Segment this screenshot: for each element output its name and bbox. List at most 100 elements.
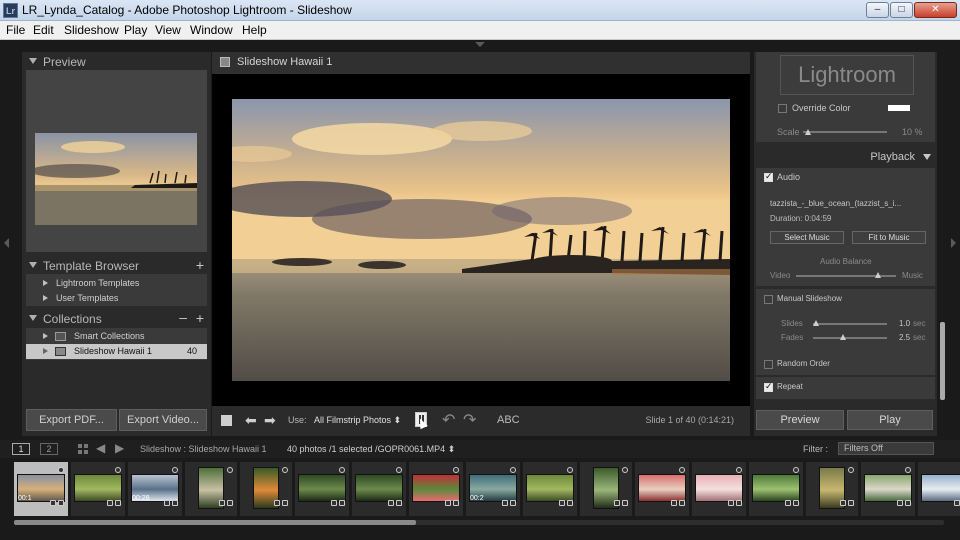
add-collection-icon[interactable]: +	[196, 310, 204, 326]
use-source-select[interactable]: All Filmstrip Photos ⬍	[314, 415, 401, 426]
collection-badge-icon	[671, 500, 677, 506]
collection-badge-icon	[107, 500, 113, 506]
fades-slider-knob[interactable]	[840, 334, 846, 340]
override-color-swatch[interactable]	[888, 105, 910, 111]
rotate-right-icon[interactable]: ↷	[463, 410, 476, 430]
filmstrip-thumbnail[interactable]	[749, 462, 803, 516]
filmstrip-thumbnail[interactable]	[692, 462, 746, 516]
menu-file[interactable]: File	[6, 23, 25, 37]
template-browser-header[interactable]: Template Browser +	[22, 257, 211, 275]
secondary-display-button[interactable]: 2	[40, 443, 58, 455]
preview-button[interactable]: Preview	[756, 410, 844, 430]
fit-to-music-button[interactable]: Fit to Music	[852, 231, 926, 244]
slide-status: Slide 1 of 40 (0:14:21)	[645, 415, 734, 425]
minimize-button[interactable]: –	[866, 2, 889, 18]
filmstrip-thumbnail[interactable]	[352, 462, 406, 516]
template-folder-user[interactable]: User Templates	[26, 291, 207, 306]
add-template-icon[interactable]: +	[196, 257, 204, 273]
grid-view-icon[interactable]	[78, 444, 88, 454]
collapse-right-panel-icon[interactable]	[951, 238, 956, 248]
menu-window[interactable]: Window	[190, 23, 233, 37]
override-color-checkbox[interactable]	[778, 104, 787, 113]
collections-header[interactable]: Collections – +	[22, 309, 211, 328]
scale-slider-knob[interactable]	[805, 129, 811, 135]
menu-play[interactable]: Play	[124, 23, 147, 37]
rotate-left-icon[interactable]: ↶	[442, 410, 455, 430]
filmstrip-thumbnail[interactable]	[806, 462, 858, 516]
audio-balance-knob[interactable]	[875, 272, 881, 278]
lightroom-app-icon: Lr	[3, 3, 18, 18]
export-pdf-button[interactable]: Export PDF...	[26, 409, 117, 431]
filmstrip-thumbnail[interactable]	[295, 462, 349, 516]
collapse-left-panel-icon[interactable]	[4, 238, 9, 248]
menu-view[interactable]: View	[155, 23, 181, 37]
expand-triangle-icon[interactable]	[43, 333, 48, 339]
filmstrip-scrollbar[interactable]	[14, 520, 416, 525]
back-arrow-icon[interactable]: ◀	[96, 441, 105, 455]
preview-header-label: Preview	[43, 55, 86, 69]
filmstrip-thumbnail[interactable]	[409, 462, 463, 516]
filmstrip-thumbnail[interactable]: 00:2	[466, 462, 520, 516]
filter-select[interactable]: Filters Off	[838, 442, 934, 455]
filmstrip-thumbnail[interactable]	[71, 462, 125, 516]
collection-smart[interactable]: Smart Collections	[26, 329, 207, 344]
filmstrip-thumbnail[interactable]: 00:28	[128, 462, 182, 516]
menu-help[interactable]: Help	[242, 23, 267, 37]
collection-badge-icon	[502, 500, 508, 506]
expand-triangle-icon[interactable]	[43, 295, 48, 301]
edit-badge-icon	[622, 500, 628, 506]
slides-slider-knob[interactable]	[813, 320, 819, 326]
video-duration-label: 00:1	[18, 495, 32, 502]
collection-badge-icon	[388, 500, 394, 506]
filmstrip-thumbnail[interactable]	[240, 462, 292, 516]
filmstrip-selection-info[interactable]: 40 photos /1 selected /GOPR0061.MP4 ⬍	[287, 444, 455, 455]
filmstrip-thumbnail[interactable]	[918, 462, 960, 516]
menu-slideshow[interactable]: Slideshow	[64, 23, 119, 37]
primary-display-button[interactable]: 1	[12, 443, 30, 455]
right-panel-scrollbar[interactable]	[940, 322, 945, 400]
play-button[interactable]: Play	[847, 410, 933, 430]
next-slide-button[interactable]: ➡	[264, 412, 276, 429]
manual-slideshow-checkbox[interactable]	[764, 295, 773, 304]
filmstrip-thumbnail[interactable]: 00:1	[14, 462, 68, 516]
audio-balance-slider[interactable]	[796, 275, 896, 277]
edit-badge-icon	[679, 500, 685, 506]
filmstrip-thumbnail[interactable]	[185, 462, 237, 516]
filmstrip-thumbnail[interactable]	[523, 462, 577, 516]
filmstrip-thumbnail[interactable]	[861, 462, 915, 516]
collections-label: Collections	[43, 312, 102, 326]
playback-header[interactable]: Playback	[756, 148, 935, 166]
export-video-button[interactable]: Export Video...	[119, 409, 207, 431]
preview-panel-header[interactable]: Preview	[22, 53, 211, 71]
repeat-checkbox[interactable]	[764, 381, 773, 392]
forward-arrow-icon[interactable]: ▶	[115, 441, 124, 455]
stop-button[interactable]	[221, 415, 232, 426]
remove-collection-icon[interactable]: –	[179, 309, 187, 325]
fades-slider[interactable]	[813, 337, 887, 339]
previous-slide-button[interactable]: ⬅	[245, 412, 257, 429]
random-order-checkbox[interactable]	[764, 360, 773, 369]
audio-checkbox[interactable]	[764, 171, 773, 182]
slides-slider[interactable]	[813, 323, 887, 325]
collapse-top-panel-icon[interactable]	[475, 42, 485, 47]
close-button[interactable]: ✕	[914, 2, 957, 18]
collection-slideshow-hawaii[interactable]: Slideshow Hawaii 1 40	[26, 344, 207, 359]
filmstrip-source-path[interactable]: Slideshow : Slideshow Hawaii 1	[140, 444, 267, 454]
expand-triangle-icon[interactable]	[43, 280, 48, 286]
filmstrip-thumbnail[interactable]	[635, 462, 689, 516]
template-browser-label: Template Browser	[43, 259, 140, 273]
balance-video-label: Video	[770, 271, 791, 280]
edit-badge-icon	[848, 500, 854, 506]
add-text-button[interactable]: ABC	[497, 414, 520, 426]
video-badge-icon	[905, 467, 911, 473]
menu-edit[interactable]: Edit	[33, 23, 54, 37]
filmstrip-thumbnail[interactable]	[580, 462, 632, 516]
template-folder-lightroom[interactable]: Lightroom Templates	[26, 276, 207, 291]
maximize-button[interactable]: □	[890, 2, 913, 18]
edit-badge-icon	[172, 500, 178, 506]
select-music-button[interactable]: Select Music	[770, 231, 844, 244]
slide-image[interactable]	[232, 99, 730, 381]
identity-plate[interactable]: Lightroom	[780, 55, 914, 95]
scale-slider[interactable]	[803, 131, 887, 133]
filmstrip-header: 1 2 ◀ ▶ Slideshow : Slideshow Hawaii 1 4…	[0, 440, 960, 458]
